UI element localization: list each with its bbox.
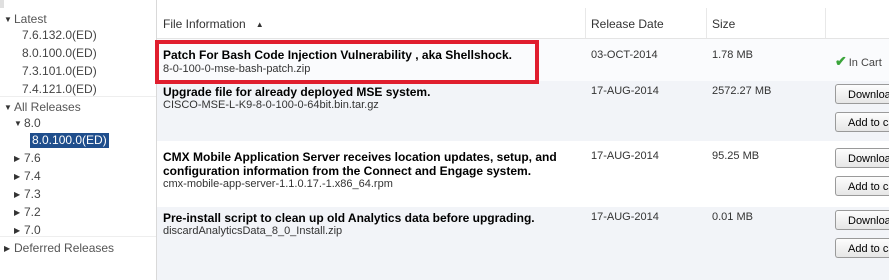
- file-size: 2572.27 MB: [712, 85, 772, 97]
- table-row: CMX Mobile Application Server receives l…: [157, 141, 889, 207]
- add-to-cart-button[interactable]: Add to cart: [835, 112, 889, 132]
- table-row: Pre-install script to clean up old Analy…: [157, 207, 889, 280]
- header-release-date[interactable]: Release Date: [591, 17, 664, 31]
- tree-version-7-4[interactable]: ▶ 7.4: [14, 169, 41, 184]
- tree-selected-release[interactable]: 8.0.100.0(ED): [30, 133, 109, 148]
- tree-latest-item[interactable]: 7.6.132.0(ED): [22, 28, 97, 43]
- tree-latest-item[interactable]: 8.0.100.0(ED): [22, 46, 97, 61]
- table-row: Upgrade file for already deployed MSE sy…: [157, 81, 889, 141]
- tree-version-8-0[interactable]: ▼ 8.0: [14, 116, 41, 131]
- file-title: Pre-install script to clean up old Analy…: [163, 211, 535, 225]
- file-title: Upgrade file for already deployed MSE sy…: [163, 85, 431, 99]
- expanded-arrow-icon: ▼: [14, 119, 22, 128]
- sort-ascending-icon: ▲: [255, 20, 264, 29]
- tree-version-7-6[interactable]: ▶ 7.6: [14, 151, 41, 166]
- file-name: discardAnalyticsData_8_0_Install.zip: [163, 225, 343, 237]
- expanded-arrow-icon: ▼: [4, 103, 12, 112]
- file-name: cmx-mobile-app-server-1.1.0.17.-1.x86_64…: [163, 178, 393, 190]
- header-file-information[interactable]: File Information ▲: [163, 17, 264, 31]
- file-size: 1.78 MB: [712, 49, 753, 61]
- release-date: 17-AUG-2014: [591, 150, 659, 162]
- tree-all-releases[interactable]: ▼ All Releases: [4, 100, 81, 115]
- release-date: 03-OCT-2014: [591, 49, 658, 61]
- file-size: 95.25 MB: [712, 150, 760, 162]
- download-button[interactable]: Download: [835, 148, 889, 168]
- collapsed-arrow-icon: ▶: [4, 244, 11, 253]
- header-size[interactable]: Size: [712, 17, 735, 31]
- release-date: 17-AUG-2014: [591, 85, 659, 97]
- file-size: 0.01 MB: [712, 211, 753, 223]
- collapsed-arrow-icon: ▶: [14, 172, 21, 181]
- column-divider: [585, 8, 586, 38]
- in-cart-status: ✔ In Cart: [835, 53, 882, 69]
- tree-deferred-releases[interactable]: ▶ Deferred Releases: [4, 241, 114, 256]
- tree-divider: [0, 96, 156, 97]
- add-to-cart-button[interactable]: Add to cart: [835, 238, 889, 258]
- collapsed-arrow-icon: ▶: [14, 154, 21, 163]
- tree-version-7-2[interactable]: ▶ 7.2: [14, 205, 41, 220]
- collapsed-arrow-icon: ▶: [14, 208, 21, 217]
- file-title: CMX Mobile Application Server receives l…: [163, 150, 557, 178]
- release-date: 17-AUG-2014: [591, 211, 659, 223]
- download-button[interactable]: Download: [835, 84, 889, 104]
- tree-latest[interactable]: ▼ Latest: [4, 12, 47, 27]
- release-tree: ▼ Latest 7.6.132.0(ED) 8.0.100.0(ED) 7.3.…: [0, 0, 157, 280]
- column-divider: [706, 8, 707, 38]
- scrollbar-stub[interactable]: [0, 0, 4, 8]
- tree-latest-item[interactable]: 7.4.121.0(ED): [22, 82, 97, 97]
- expanded-arrow-icon: ▼: [4, 15, 12, 24]
- collapsed-arrow-icon: ▶: [14, 190, 21, 199]
- column-divider: [825, 8, 826, 38]
- tree-divider: [0, 236, 156, 237]
- file-name: CISCO-MSE-L-K9-8-0-100-0-64bit.bin.tar.g…: [163, 99, 379, 111]
- table-header: File Information ▲ Release Date Size: [157, 8, 889, 39]
- add-to-cart-button[interactable]: Add to cart: [835, 176, 889, 196]
- download-button[interactable]: Download: [835, 210, 889, 230]
- checkmark-icon: ✔: [835, 53, 847, 69]
- tree-version-7-3[interactable]: ▶ 7.3: [14, 187, 41, 202]
- highlight-box: [155, 40, 539, 84]
- tree-latest-item[interactable]: 7.3.101.0(ED): [22, 64, 97, 79]
